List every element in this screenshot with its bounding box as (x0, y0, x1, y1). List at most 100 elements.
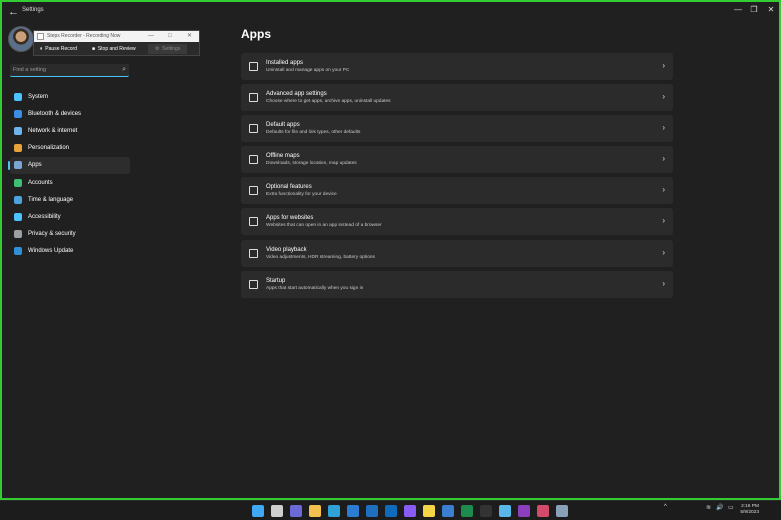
clock[interactable]: 2:16 PM 5/9/2023 (740, 504, 759, 516)
chat-icon[interactable] (347, 505, 359, 517)
steps-recorder-icon (37, 33, 44, 40)
sidebar-item-label: Network & internet (28, 127, 78, 134)
chevron-right-icon: › (662, 61, 665, 70)
card-title: Startup (266, 277, 286, 284)
list-icon (249, 62, 258, 71)
sidebar-item-time-language[interactable]: Time & language (10, 191, 130, 208)
sidebar-item-apps[interactable]: Apps (8, 156, 130, 174)
setting-card-installed-apps[interactable]: Installed apps Uninstall and manage apps … (241, 53, 673, 80)
pause-record-button[interactable]: ⏸ Pause Record (40, 44, 77, 54)
chevron-right-icon: › (662, 123, 665, 133)
battery-icon[interactable]: ▭ (728, 504, 734, 511)
sidebar-item-network-internet[interactable]: Network & internet (10, 122, 130, 139)
card-title: Offline maps (266, 153, 300, 160)
person-icon (14, 178, 22, 187)
card-title: Default apps (266, 122, 300, 129)
taskbar: ^ ≋ 🔊 ▭ 2:16 PM 5/9/2023 (0, 500, 781, 520)
visual-studio-icon[interactable] (442, 505, 454, 517)
web-apps-icon (249, 217, 258, 227)
page-title: Apps (241, 27, 271, 41)
outlook-icon[interactable] (385, 505, 397, 517)
sidebar-item-personalization[interactable]: Personalization (10, 140, 130, 157)
update-icon (14, 247, 22, 256)
recorder-settings-button[interactable]: ⚙ Settings (148, 44, 188, 54)
file-explorer-icon[interactable] (309, 505, 321, 517)
recorder-maximize-button[interactable]: □ (168, 31, 172, 42)
card-subtitle: Choose where to get apps, archive apps, … (266, 99, 391, 105)
close-button[interactable]: ✕ (762, 4, 780, 16)
teams-icon[interactable] (290, 505, 302, 517)
card-title: Advanced app settings (266, 91, 327, 98)
search-input[interactable]: Find a setting ⌕ (10, 64, 129, 77)
default-apps-icon (249, 124, 258, 134)
sidebar-item-bluetooth-devices[interactable]: Bluetooth & devices (10, 105, 130, 122)
search-placeholder: Find a setting (13, 67, 47, 73)
video-icon (249, 248, 258, 258)
setting-card-default-apps[interactable]: Default apps Defaults for file and link t… (241, 115, 673, 143)
card-title: Optional features (266, 184, 312, 191)
accessibility-icon (14, 212, 22, 221)
card-subtitle: Apps that start automatically when you s… (266, 285, 364, 291)
sidebar-item-label: Accessibility (28, 213, 61, 220)
setting-card-startup[interactable]: Startup Apps that start automatically whe… (241, 270, 673, 298)
card-subtitle: Downloads, storage location, map updates (266, 161, 357, 167)
pause-record-label: Pause Record (45, 46, 77, 52)
excel-icon[interactable] (461, 505, 473, 517)
sidebar-item-windows-update[interactable]: Windows Update (10, 243, 130, 260)
search-icon[interactable] (271, 505, 283, 517)
globe-clock-icon (14, 195, 22, 204)
notepad-icon[interactable] (499, 505, 511, 517)
setting-card-advanced-app-settings[interactable]: Advanced app settings Choose where to get… (241, 84, 673, 112)
map-icon (249, 155, 258, 165)
sidebar-item-label: Privacy & security (28, 231, 76, 238)
sidebar-item-label: System (28, 93, 49, 100)
sidebar-item-privacy-security[interactable]: Privacy & security (10, 226, 130, 243)
chevron-right-icon: › (662, 278, 665, 288)
card-subtitle: Websites that can open in an app instead… (266, 223, 382, 229)
apps-icon (14, 161, 22, 170)
volume-icon[interactable]: 🔊 (716, 504, 723, 511)
chevron-right-icon: › (662, 247, 665, 257)
sidebar-item-label: Time & language (28, 196, 74, 203)
steps-recorder-title: Steps Recorder - Recording Now (47, 33, 121, 39)
setting-card-offline-maps[interactable]: Offline maps Downloads, storage location,… (241, 146, 673, 174)
settings-window: ← Settings — ❐ ✕ Steps Recorder - Record… (0, 0, 781, 500)
setting-card-apps-for-websites[interactable]: Apps for websites Websites that can open … (241, 208, 673, 236)
mail-icon[interactable] (366, 505, 378, 517)
stop-icon: ■ (92, 46, 96, 52)
startup-icon (249, 279, 258, 289)
chevron-right-icon: › (662, 154, 665, 164)
search-icon[interactable]: ⌕ (122, 66, 126, 74)
steps-recorder-toolbar: Steps Recorder - Recording Now — □ ✕ ⏸ P… (33, 30, 200, 56)
clipchamp-icon[interactable] (404, 505, 416, 517)
stop-and-review-label: Stop and Review (97, 46, 136, 52)
setting-card-optional-features[interactable]: Optional features Extra functionality for… (241, 177, 673, 205)
back-arrow-icon[interactable]: ← (8, 5, 22, 19)
steps-recorder-titlebar: Steps Recorder - Recording Now — □ ✕ (34, 31, 199, 42)
setting-card-video-playback[interactable]: Video playback Video adjustments, HDR str… (241, 239, 673, 267)
sticky-notes-icon[interactable] (423, 505, 435, 517)
brush-icon (14, 144, 22, 153)
stop-and-review-button[interactable]: ■ Stop and Review (92, 44, 136, 54)
chevron-right-icon: › (662, 216, 665, 226)
recorder-close-button[interactable]: ✕ (187, 31, 192, 42)
start-icon[interactable] (252, 505, 264, 517)
card-subtitle: Video adjustments, HDR streaming, batter… (266, 254, 375, 260)
sidebar-item-label: Personalization (28, 145, 70, 152)
terminal-icon[interactable] (480, 505, 492, 517)
recorder-minimize-button[interactable]: — (148, 31, 154, 42)
sidebar-item-label: Bluetooth & devices (28, 110, 82, 117)
settings-icon[interactable] (556, 505, 568, 517)
sidebar-item-accounts[interactable]: Accounts (10, 174, 130, 191)
chevron-right-icon: › (662, 185, 665, 195)
snipping-tool-icon[interactable] (537, 505, 549, 517)
title-bar: ← Settings — ❐ ✕ (2, 2, 779, 22)
tray-overflow-chevron-icon[interactable]: ^ (664, 504, 667, 510)
onenote-icon[interactable] (518, 505, 530, 517)
sidebar-item-system[interactable]: System (10, 88, 130, 105)
maximize-button[interactable]: ❐ (745, 4, 763, 16)
wifi-icon[interactable]: ≋ (706, 504, 711, 511)
settings-list: Installed apps Uninstall and manage apps … (241, 53, 673, 302)
sidebar-item-accessibility[interactable]: Accessibility (10, 208, 130, 225)
edge-icon[interactable] (328, 505, 340, 517)
